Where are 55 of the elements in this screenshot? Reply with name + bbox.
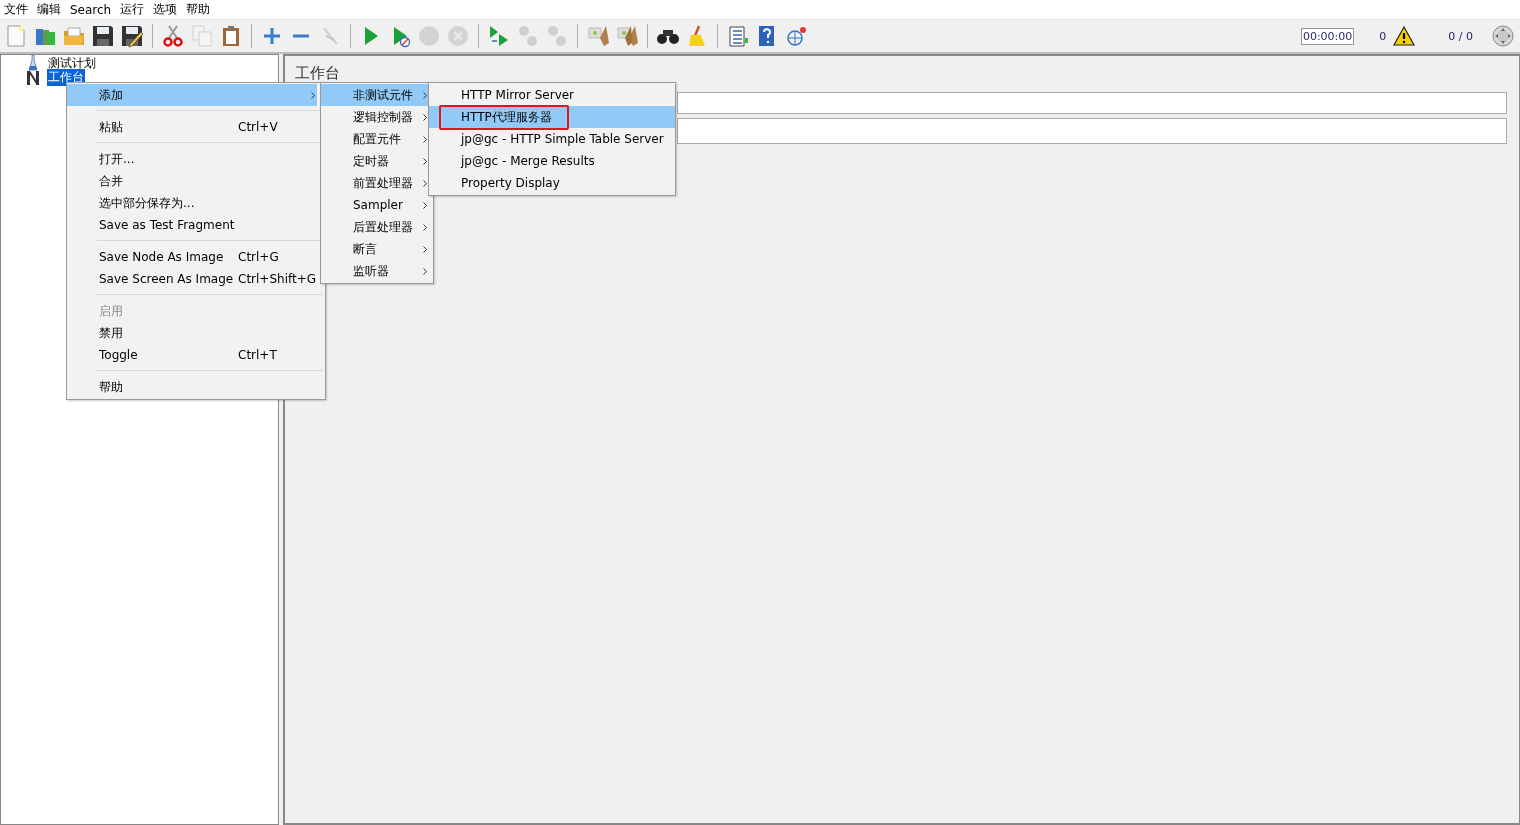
menu-bar-item[interactable]: 选项 <box>153 1 178 18</box>
menu-item[interactable]: Toggle Ctrl+T <box>67 344 317 366</box>
status-icon[interactable] <box>1492 25 1514 47</box>
panel-title: 工作台 <box>295 64 341 83</box>
flask-icon <box>25 55 41 71</box>
broom-icon[interactable] <box>586 24 610 48</box>
chevron-right-icon <box>423 224 427 231</box>
submenu-item[interactable]: 非测试元件 <box>321 84 429 106</box>
chevron-right-icon <box>423 92 427 99</box>
menu-item[interactable]: Save as Test Fragment <box>67 214 317 236</box>
submenu-item[interactable]: 前置处理器 <box>321 172 429 194</box>
menu-item[interactable]: 添加 <box>67 84 317 106</box>
comment-field[interactable] <box>677 118 1507 144</box>
chevron-right-icon <box>423 158 427 165</box>
menu-item[interactable]: 打开... <box>67 148 317 170</box>
menu-bar-item[interactable]: 帮助 <box>186 1 211 18</box>
chevron-right-icon <box>423 136 427 143</box>
menu-item[interactable]: Save Node As Image Ctrl+G <box>67 246 317 268</box>
floppy-pencil-icon[interactable] <box>120 24 144 48</box>
chevron-right-icon <box>423 268 427 275</box>
scissors-icon[interactable] <box>161 24 185 48</box>
submenu-item[interactable]: 逻辑控制器 <box>321 106 429 128</box>
menu-item[interactable]: 粘贴 Ctrl+V <box>67 116 317 138</box>
menu-item[interactable]: Save Screen As Image Ctrl+Shift+G <box>67 268 317 290</box>
menu-bar-item[interactable]: Search <box>70 2 112 17</box>
chevron-right-icon <box>423 114 427 121</box>
submenu-item[interactable]: 监听器 <box>321 260 429 282</box>
name-field[interactable] <box>677 92 1507 114</box>
menu-item[interactable]: 禁用 <box>67 322 317 344</box>
elapsed-time-field: 00:00:00 <box>1300 27 1355 45</box>
menu-item[interactable]: 选中部分保存为... <box>67 192 317 214</box>
submenu-item[interactable]: 后置处理器 <box>321 216 429 238</box>
menu-item[interactable]: 帮助 <box>67 376 317 398</box>
chevron-right-icon <box>423 202 427 209</box>
submenu-item[interactable]: jp@gc - Merge Results <box>429 150 675 172</box>
warning-count: 0 <box>1379 29 1387 43</box>
menu-bar-item[interactable]: 文件 <box>4 1 28 18</box>
menu-bar-item[interactable]: 运行 <box>120 1 145 18</box>
folder-icon[interactable] <box>62 24 86 48</box>
brooms-icon[interactable] <box>615 24 639 48</box>
submenu-item[interactable]: Property Display <box>429 172 675 194</box>
warning-icon[interactable] <box>1393 26 1416 46</box>
submenu-item[interactable]: HTTP Mirror Server <box>429 84 675 106</box>
list-icon[interactable] <box>726 24 750 48</box>
menu-bar-item[interactable]: 编辑 <box>37 1 61 18</box>
submenu-item[interactable]: Sampler <box>321 194 429 216</box>
chevron-right-icon <box>423 180 427 187</box>
thread-count: 0 / 0 <box>1448 29 1473 43</box>
submenu-item[interactable]: 配置元件 <box>321 128 429 150</box>
chevron-right-icon <box>423 246 427 253</box>
menu-item[interactable]: 合并 <box>67 170 317 192</box>
submenu-item[interactable]: 断言 <box>321 238 429 260</box>
submenu-item[interactable]: HTTP代理服务器 <box>429 106 675 128</box>
submenu-item[interactable]: jp@gc - HTTP Simple Table Server <box>429 128 675 150</box>
submenu-item[interactable]: 定时器 <box>321 150 429 172</box>
